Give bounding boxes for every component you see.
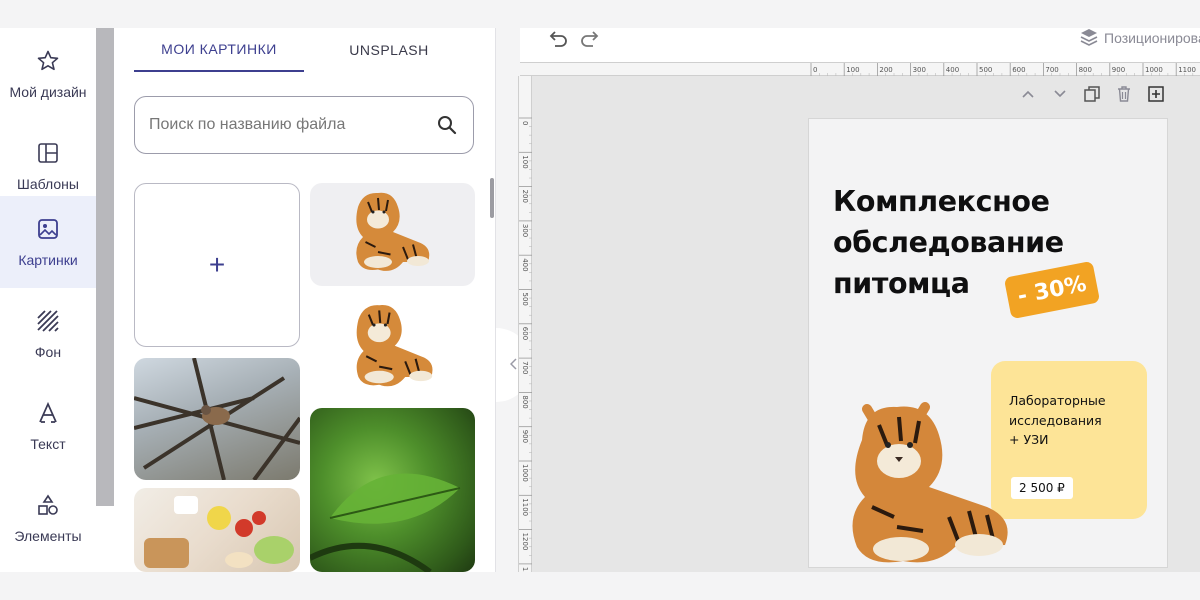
design-artboard[interactable]: Комплексное обследование питомца - 30% Л… [808, 118, 1168, 568]
image-thumbnail-tiger[interactable] [310, 183, 475, 286]
layers-icon [1080, 28, 1098, 49]
redo-button[interactable] [576, 28, 602, 54]
sidebar-item-images[interactable]: Картинки [0, 196, 96, 288]
ruler-vertical: 0 100 200 300 400 500 600 700 800 900 1000 1100 1200… [518, 76, 533, 572]
search-box [134, 96, 474, 154]
ruler-label: 600 [1012, 66, 1025, 74]
ruler-label: 0 [521, 121, 529, 125]
service-card-line: Лабораторные [1009, 393, 1106, 408]
undo-icon [549, 30, 569, 53]
sidebar-item-label: Фон [34, 344, 62, 360]
images-panel: МОИ КАРТИНКИ UNSPLASH + [114, 28, 496, 572]
search-input[interactable] [149, 116, 435, 134]
background-icon [35, 308, 61, 334]
sidebar-item-background[interactable]: Фон [0, 288, 96, 380]
ruler-label: 500 [521, 293, 529, 306]
ruler-label: 300 [521, 224, 529, 237]
redo-icon [579, 30, 599, 53]
positioning-label: Позиционирова [1104, 30, 1200, 46]
ruler-label: 100 [521, 155, 529, 168]
copy-icon [1084, 86, 1100, 102]
headline-line: Комплексное [833, 185, 1050, 218]
sidebar-item-my-design[interactable]: Мой дизайн [0, 28, 96, 120]
ruler-label: 800 [521, 395, 529, 408]
ruler-label: 1000 [1145, 66, 1163, 74]
sidebar-item-label: Элементы [14, 528, 82, 544]
image-thumbnail-food[interactable] [134, 488, 300, 572]
ruler-label: 1200 [521, 533, 529, 551]
upload-image-button[interactable]: + [134, 183, 300, 347]
ruler-label: 200 [521, 190, 529, 203]
sidebar-scrollbar[interactable] [96, 28, 114, 572]
ruler-label: 600 [521, 327, 529, 340]
ruler-horizontal: 0 100 200 300 400 500 600 700 800 900 1000 1100 [520, 62, 1200, 77]
ruler-label: 500 [979, 66, 992, 74]
ruler-label: 700 [521, 361, 529, 374]
image-thumbnail-tiger[interactable] [310, 293, 475, 403]
service-card-line: + УЗИ [1009, 432, 1049, 447]
ruler-label: 900 [1112, 66, 1125, 74]
object-toolbar [1018, 84, 1166, 106]
image-icon [35, 216, 61, 242]
ruler-label: 1100 [1178, 66, 1196, 74]
add-page-button[interactable] [1146, 84, 1166, 104]
panel-scrollbar[interactable] [490, 178, 494, 218]
sidebar-item-label: Картинки [18, 252, 78, 268]
delete-button[interactable] [1114, 84, 1134, 104]
move-down-button[interactable] [1050, 84, 1070, 104]
move-up-button[interactable] [1018, 84, 1038, 104]
sidebar-item-elements[interactable]: Элементы [0, 472, 96, 564]
chevron-down-icon [1054, 90, 1066, 98]
headline-line: обследование [833, 226, 1064, 259]
ruler-label: 400 [521, 258, 529, 271]
ruler-label: 1100 [521, 498, 529, 516]
image-thumbnail-bird[interactable] [134, 358, 300, 480]
tab-unsplash[interactable]: UNSPLASH [314, 28, 464, 72]
ruler-label: 100 [846, 66, 859, 74]
sidebar-item-label: Текст [30, 436, 66, 452]
search-icon[interactable] [435, 113, 459, 137]
plus-square-icon [1148, 86, 1164, 102]
sidebar-item-label: Шаблоны [17, 176, 79, 192]
text-icon [35, 400, 61, 426]
ruler-label: 900 [521, 430, 529, 443]
chevron-up-icon [1022, 90, 1034, 98]
ruler-label: 300 [913, 66, 926, 74]
ruler-label: 200 [879, 66, 892, 74]
ruler-label: 1000 [521, 464, 529, 482]
sidebar-nav: Мой дизайн Шаблоны Картинки Фон Текст Эл… [0, 28, 96, 572]
sidebar-item-text[interactable]: Текст [0, 380, 96, 472]
editor-app: Мой дизайн Шаблоны Картинки Фон Текст Эл… [0, 0, 1200, 600]
ruler-label: 1300 [521, 567, 529, 572]
ruler-label: 700 [1045, 66, 1058, 74]
chevron-left-icon [509, 357, 518, 373]
template-icon [35, 140, 61, 166]
canvas-toolbar: Позиционирова [520, 28, 1200, 62]
shapes-icon [35, 492, 61, 518]
undo-button[interactable] [546, 28, 572, 54]
service-card-line: исследования [1009, 412, 1102, 428]
positioning-button[interactable]: Позиционирова [1080, 28, 1200, 48]
trash-icon [1118, 86, 1130, 102]
ruler-label: 0 [813, 66, 817, 74]
tiger-image[interactable] [837, 395, 1017, 567]
star-icon [35, 48, 61, 74]
sidebar-scrollbar-thumb[interactable] [96, 28, 114, 506]
price-tag: 2 500 ₽ [1011, 477, 1073, 499]
sidebar-item-label: Мой дизайн [9, 84, 87, 100]
ruler-label: 800 [1079, 66, 1092, 74]
image-thumbnail-leaves[interactable] [310, 408, 475, 572]
ruler-label: 400 [946, 66, 959, 74]
duplicate-button[interactable] [1082, 84, 1102, 104]
tab-my-images[interactable]: МОИ КАРТИНКИ [134, 28, 304, 72]
service-card-text: Лабораторные исследования + УЗИ [1009, 391, 1106, 450]
